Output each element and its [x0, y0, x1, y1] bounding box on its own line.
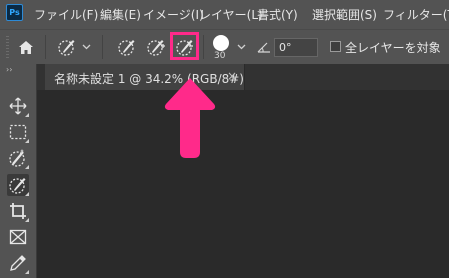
- close-icon[interactable]: ×: [227, 69, 237, 83]
- frame-tool[interactable]: [7, 226, 29, 248]
- options-bar: 30 0° 全レイヤーを対象: [0, 29, 449, 65]
- brush-picker[interactable]: [209, 33, 233, 53]
- angle-input[interactable]: 0°: [274, 38, 318, 57]
- menu-image[interactable]: イメージ(I): [143, 6, 204, 23]
- eyedropper-tool[interactable]: [7, 252, 29, 274]
- new-selection-button[interactable]: [116, 36, 138, 58]
- angle-icon: [256, 39, 272, 55]
- menu-type[interactable]: 書式(Y): [257, 6, 298, 23]
- document-tab-bar: 名称未設定 1 @ 34.2% (RGB/8#) ×: [37, 64, 449, 90]
- options-bar-grip[interactable]: [6, 36, 9, 58]
- annotation-arrow-up: [164, 78, 216, 158]
- brush-tip-icon: [213, 35, 229, 51]
- marquee-icon: [9, 124, 27, 140]
- add-to-selection-button[interactable]: [145, 36, 167, 58]
- brush-picker-dropdown[interactable]: [235, 41, 247, 53]
- menu-layer[interactable]: レイヤー(L): [199, 6, 263, 23]
- quick-selection-icon: [58, 40, 75, 56]
- move-tool[interactable]: [7, 95, 29, 117]
- quick-selection-tool[interactable]: [7, 174, 29, 196]
- annotation-highlight-box: [170, 32, 199, 60]
- divider: [45, 35, 46, 59]
- chevron-down-icon: [82, 44, 90, 50]
- expand-panel-icon[interactable]: ››: [6, 65, 12, 74]
- menu-filter[interactable]: フィルター(T): [383, 6, 449, 23]
- tool-preset-dropdown[interactable]: [80, 41, 92, 53]
- photoshop-logo[interactable]: Ps: [6, 4, 23, 21]
- object-selection-tool[interactable]: [7, 147, 29, 169]
- document-canvas-area[interactable]: [37, 90, 449, 278]
- tools-panel: ››: [0, 64, 37, 278]
- divider: [102, 35, 103, 59]
- frame-icon: [9, 229, 27, 245]
- quick-selection-new-icon: [118, 40, 135, 56]
- home-icon: [19, 40, 33, 54]
- sample-all-layers-checkbox[interactable]: [330, 41, 341, 52]
- menu-bar: Ps ファイル(F) 編集(E) イメージ(I) レイヤー(L) 書式(Y) 選…: [0, 0, 449, 29]
- crop-tool[interactable]: [7, 200, 29, 222]
- menu-file[interactable]: ファイル(F): [34, 6, 98, 23]
- chevron-down-icon: [237, 44, 245, 50]
- tool-preset-picker[interactable]: [56, 36, 78, 58]
- home-button[interactable]: [15, 36, 37, 58]
- sample-all-layers-label: 全レイヤーを対象: [345, 41, 441, 55]
- menu-select[interactable]: 選択範囲(S): [312, 6, 377, 23]
- divider: [203, 35, 204, 59]
- marquee-tool[interactable]: [7, 121, 29, 143]
- menu-edit[interactable]: 編集(E): [100, 6, 141, 23]
- brush-size: 30: [214, 51, 226, 61]
- quick-selection-add-icon: [147, 40, 165, 56]
